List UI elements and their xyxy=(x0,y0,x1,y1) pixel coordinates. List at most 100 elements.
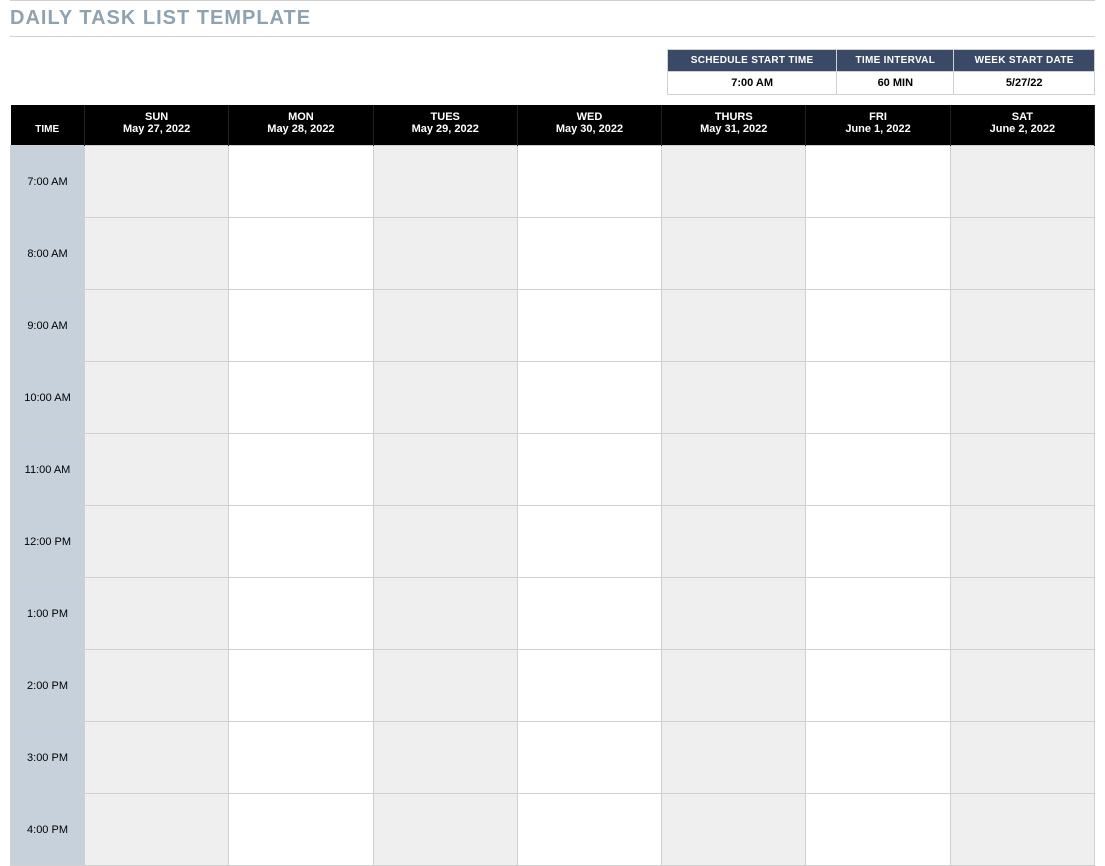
task-cell[interactable] xyxy=(806,146,950,218)
task-cell[interactable] xyxy=(517,434,661,506)
task-cell[interactable] xyxy=(950,578,1094,650)
settings-header-week-start: WEEK START DATE xyxy=(954,50,1095,72)
time-cell: 4:00 PM xyxy=(11,794,85,866)
task-cell[interactable] xyxy=(950,290,1094,362)
day-header: WEDMay 30, 2022 xyxy=(517,105,661,146)
schedule-body: 7:00 AM8:00 AM9:00 AM10:00 AM11:00 AM12:… xyxy=(11,146,1095,866)
task-cell[interactable] xyxy=(950,218,1094,290)
day-header: SUNMay 27, 2022 xyxy=(85,105,229,146)
task-cell[interactable] xyxy=(517,362,661,434)
task-cell[interactable] xyxy=(662,218,806,290)
task-cell[interactable] xyxy=(950,434,1094,506)
day-header: TUESMay 29, 2022 xyxy=(373,105,517,146)
task-cell[interactable] xyxy=(373,290,517,362)
day-date: May 28, 2022 xyxy=(233,123,368,135)
task-cell[interactable] xyxy=(229,146,373,218)
task-cell[interactable] xyxy=(662,290,806,362)
task-cell[interactable] xyxy=(950,722,1094,794)
task-cell[interactable] xyxy=(229,650,373,722)
settings-value-start-time[interactable]: 7:00 AM xyxy=(668,72,837,95)
task-cell[interactable] xyxy=(662,578,806,650)
task-cell[interactable] xyxy=(373,434,517,506)
task-cell[interactable] xyxy=(229,362,373,434)
task-cell[interactable] xyxy=(373,362,517,434)
settings-value-week-start[interactable]: 5/27/22 xyxy=(954,72,1095,95)
schedule-row: 4:00 PM xyxy=(11,794,1095,866)
task-cell[interactable] xyxy=(517,290,661,362)
schedule-row: 11:00 AM xyxy=(11,434,1095,506)
task-cell[interactable] xyxy=(950,362,1094,434)
task-cell[interactable] xyxy=(517,722,661,794)
task-cell[interactable] xyxy=(517,146,661,218)
day-date: June 1, 2022 xyxy=(810,123,945,135)
task-cell[interactable] xyxy=(662,506,806,578)
task-cell[interactable] xyxy=(806,290,950,362)
task-cell[interactable] xyxy=(662,362,806,434)
task-cell[interactable] xyxy=(229,722,373,794)
schedule-row: 7:00 AM xyxy=(11,146,1095,218)
task-cell[interactable] xyxy=(373,218,517,290)
settings-value-interval[interactable]: 60 MIN xyxy=(837,72,954,95)
day-date: May 27, 2022 xyxy=(89,123,224,135)
task-cell[interactable] xyxy=(229,434,373,506)
task-cell[interactable] xyxy=(373,506,517,578)
task-cell[interactable] xyxy=(950,794,1094,866)
task-cell[interactable] xyxy=(373,650,517,722)
task-cell[interactable] xyxy=(517,506,661,578)
task-cell[interactable] xyxy=(517,218,661,290)
day-name: TUES xyxy=(378,111,513,123)
task-cell[interactable] xyxy=(85,290,229,362)
task-cell[interactable] xyxy=(806,794,950,866)
task-cell[interactable] xyxy=(806,218,950,290)
schedule-row: 12:00 PM xyxy=(11,506,1095,578)
task-cell[interactable] xyxy=(85,218,229,290)
task-cell[interactable] xyxy=(373,722,517,794)
day-date: May 31, 2022 xyxy=(666,123,801,135)
day-header: FRIJune 1, 2022 xyxy=(806,105,950,146)
task-cell[interactable] xyxy=(950,146,1094,218)
task-cell[interactable] xyxy=(517,650,661,722)
task-cell[interactable] xyxy=(373,578,517,650)
schedule-row: 8:00 AM xyxy=(11,218,1095,290)
task-cell[interactable] xyxy=(806,650,950,722)
task-cell[interactable] xyxy=(662,434,806,506)
task-cell[interactable] xyxy=(950,506,1094,578)
task-cell[interactable] xyxy=(373,794,517,866)
task-cell[interactable] xyxy=(85,146,229,218)
task-cell[interactable] xyxy=(85,434,229,506)
task-cell[interactable] xyxy=(85,722,229,794)
task-cell[interactable] xyxy=(229,506,373,578)
task-cell[interactable] xyxy=(517,794,661,866)
task-cell[interactable] xyxy=(806,722,950,794)
task-cell[interactable] xyxy=(85,578,229,650)
task-cell[interactable] xyxy=(806,362,950,434)
task-cell[interactable] xyxy=(806,506,950,578)
task-cell[interactable] xyxy=(229,794,373,866)
task-cell[interactable] xyxy=(662,146,806,218)
task-cell[interactable] xyxy=(85,362,229,434)
task-cell[interactable] xyxy=(806,578,950,650)
task-cell[interactable] xyxy=(229,290,373,362)
time-cell: 9:00 AM xyxy=(11,290,85,362)
task-cell[interactable] xyxy=(662,650,806,722)
task-cell[interactable] xyxy=(85,650,229,722)
day-date: June 2, 2022 xyxy=(955,123,1090,135)
schedule-row: 9:00 AM xyxy=(11,290,1095,362)
settings-table: SCHEDULE START TIME TIME INTERVAL WEEK S… xyxy=(667,49,1095,95)
task-cell[interactable] xyxy=(229,218,373,290)
task-cell[interactable] xyxy=(85,506,229,578)
task-cell[interactable] xyxy=(662,794,806,866)
task-cell[interactable] xyxy=(517,578,661,650)
task-cell[interactable] xyxy=(373,146,517,218)
time-cell: 11:00 AM xyxy=(11,434,85,506)
task-cell[interactable] xyxy=(806,434,950,506)
task-cell[interactable] xyxy=(662,722,806,794)
task-cell[interactable] xyxy=(85,794,229,866)
schedule-table: TIME SUNMay 27, 2022MONMay 28, 2022TUESM… xyxy=(10,105,1095,866)
schedule-row: 10:00 AM xyxy=(11,362,1095,434)
day-name: MON xyxy=(233,111,368,123)
task-cell[interactable] xyxy=(229,578,373,650)
task-cell[interactable] xyxy=(950,650,1094,722)
day-date: May 30, 2022 xyxy=(522,123,657,135)
day-header: MONMay 28, 2022 xyxy=(229,105,373,146)
